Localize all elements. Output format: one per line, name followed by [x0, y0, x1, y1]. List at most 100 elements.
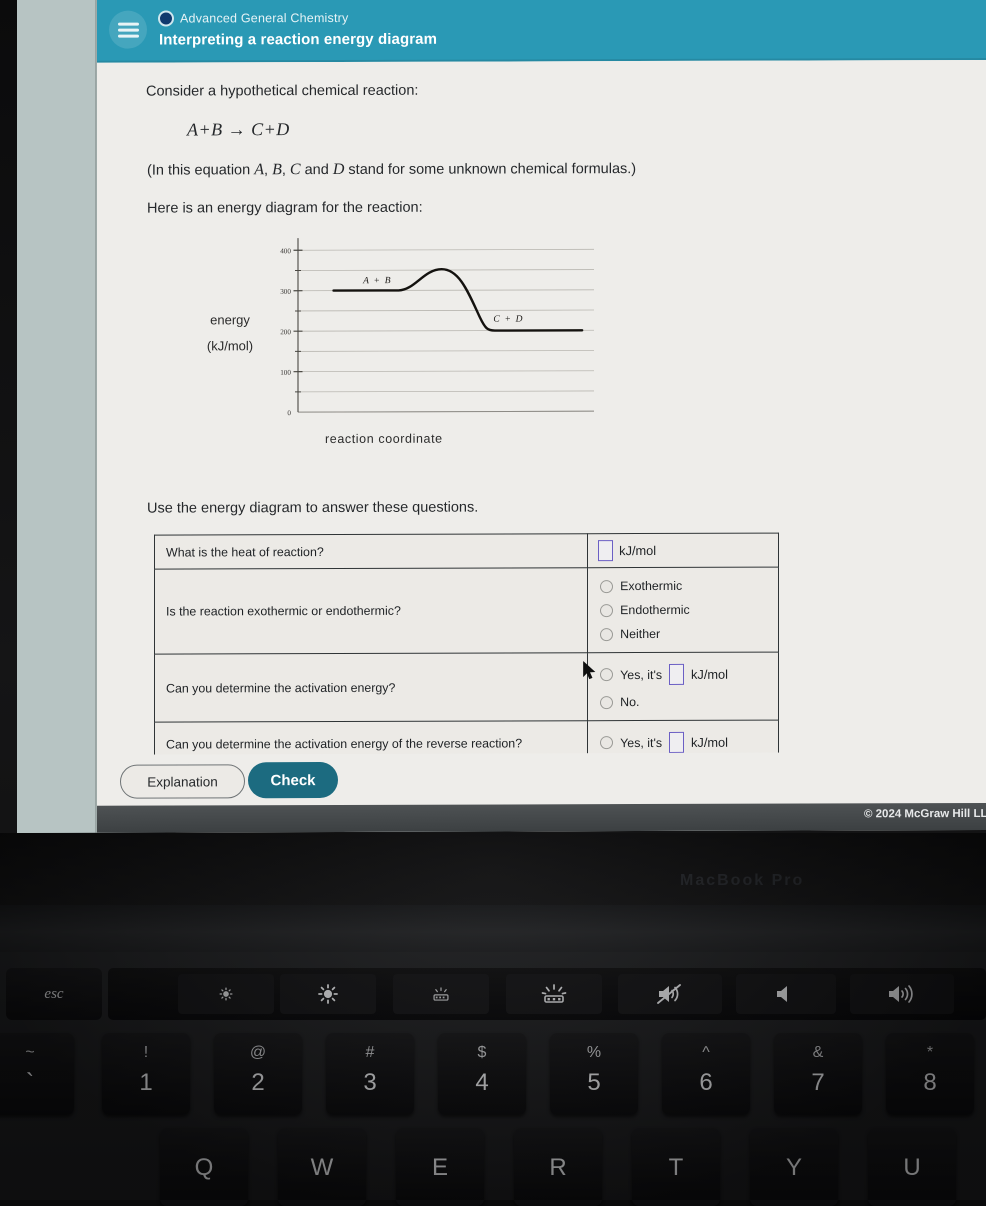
note-pre: (In this equation [147, 162, 254, 178]
radio-reverse-yes-icon[interactable] [600, 736, 613, 749]
key-4[interactable]: $4 [438, 1033, 526, 1115]
note-var-d: D [333, 161, 345, 178]
mute-icon[interactable] [618, 974, 722, 1014]
key-shift-symbol: ~ [0, 1044, 74, 1062]
radio-neither-icon[interactable] [600, 628, 613, 641]
reaction-equation: A+B → C+D [187, 119, 290, 140]
key-shift-symbol: % [550, 1044, 638, 1062]
svg-text:200: 200 [280, 328, 291, 336]
check-button[interactable]: Check [248, 762, 338, 798]
energy-diagram: energy (kJ/mol) 0100200300400A + BC + D … [185, 231, 615, 460]
option-neither[interactable]: Neither [598, 622, 768, 647]
activation-energy-unit: kJ/mol [691, 667, 728, 682]
chart-annotation-0: A + B [362, 276, 392, 286]
key-y[interactable]: Y [750, 1128, 838, 1206]
lesson-title: Interpreting a reaction energy diagram [159, 31, 437, 49]
brightness-down-icon[interactable] [178, 974, 274, 1014]
page-left-gutter [17, 0, 100, 833]
activation-energy-input[interactable] [669, 664, 684, 685]
key-6[interactable]: ^6 [662, 1033, 750, 1115]
reverse-activation-energy-unit: kJ/mol [691, 735, 728, 750]
laptop-photo: Advanced General Chemistry Interpreting … [0, 0, 986, 1200]
esc-key[interactable]: esc [6, 968, 102, 1020]
note-var-b: B [272, 161, 282, 178]
answer-exo-endo: Exothermic Endothermic Neither [588, 567, 779, 653]
radio-activation-no-icon[interactable] [600, 696, 613, 709]
key-r[interactable]: R [514, 1128, 602, 1206]
reverse-activation-energy-input[interactable] [669, 732, 684, 753]
key-primary-symbol: 1 [102, 1069, 190, 1097]
brightness-up-icon[interactable] [280, 974, 376, 1014]
option-exothermic[interactable]: Exothermic [598, 574, 768, 599]
key-w[interactable]: W [278, 1128, 366, 1206]
macbook-pro-logo: MacBook Pro [680, 872, 804, 890]
option-activation-no[interactable]: No. [598, 690, 768, 715]
key-3[interactable]: #3 [326, 1033, 414, 1115]
key-2[interactable]: @2 [214, 1033, 302, 1115]
equation-products: C+D [251, 119, 290, 139]
chart-x-axis-label: reaction coordinate [325, 432, 443, 446]
key-1[interactable]: !1 [102, 1033, 190, 1115]
mouse-cursor-icon [583, 661, 596, 680]
aleks-app-window: Advanced General Chemistry Interpreting … [97, 0, 986, 833]
option-endothermic[interactable]: Endothermic [598, 598, 768, 623]
question-activation-energy: Can you determine the activation energy? [155, 653, 588, 722]
table-row: Is the reaction exothermic or endothermi… [155, 567, 779, 654]
course-row: Advanced General Chemistry [160, 11, 348, 26]
chart-svg: 0100200300400A + BC + D [270, 231, 600, 432]
note-sep2: , [282, 162, 290, 178]
equation-arrow: → [228, 119, 247, 139]
heat-of-reaction-input[interactable] [598, 540, 613, 561]
option-exothermic-label: Exothermic [620, 579, 682, 593]
key-u[interactable]: U [868, 1128, 956, 1206]
key-t[interactable]: T [632, 1128, 720, 1206]
note-post: stand for some unknown chemical formulas… [344, 161, 636, 178]
copyright-bar: © 2024 McGraw Hill LLC. [97, 803, 986, 833]
radio-activation-yes-icon[interactable] [600, 668, 613, 681]
note-sep1: , [264, 162, 272, 178]
key-shift-symbol: * [886, 1044, 974, 1062]
option-reverse-yes-label: Yes, it's [620, 735, 662, 749]
key-backtick[interactable]: ~` [0, 1033, 74, 1115]
key-7[interactable]: &7 [774, 1033, 862, 1115]
intro-text: Consider a hypothetical chemical reactio… [146, 83, 418, 100]
key-q[interactable]: Q [160, 1128, 248, 1206]
svg-text:300: 300 [280, 288, 291, 296]
answer-activation-energy: Yes, it's kJ/mol No. [588, 652, 779, 721]
questions-table: What is the heat of reaction? kJ/mol Is … [154, 533, 779, 767]
radio-exothermic-icon[interactable] [600, 580, 613, 593]
hamburger-icon[interactable] [109, 11, 147, 49]
note-var-c: C [290, 161, 301, 178]
key-primary-symbol: 4 [438, 1069, 526, 1097]
volume-up-icon[interactable] [850, 974, 954, 1014]
key-shift-symbol: @ [214, 1044, 302, 1062]
key-e[interactable]: E [396, 1128, 484, 1206]
copyright-text: © 2024 McGraw Hill LLC. [864, 808, 986, 820]
key-primary-symbol: ` [0, 1069, 74, 1097]
question-heat-of-reaction: What is the heat of reaction? [155, 534, 588, 569]
question-exo-endo: Is the reaction exothermic or endothermi… [155, 568, 588, 654]
keyboard-backlight-up-icon[interactable] [506, 974, 602, 1014]
svg-text:0: 0 [287, 409, 291, 417]
radio-endothermic-icon[interactable] [600, 604, 613, 617]
chart-y-axis-label-line1: energy [185, 307, 275, 333]
option-endothermic-label: Endothermic [620, 603, 690, 617]
key-primary-symbol: 7 [774, 1069, 862, 1097]
key-primary-symbol: 3 [326, 1069, 414, 1097]
key-shift-symbol: ! [102, 1044, 190, 1062]
option-activation-yes[interactable]: Yes, it's kJ/mol [598, 659, 768, 691]
radio-dot-icon [160, 13, 172, 25]
svg-text:100: 100 [280, 369, 291, 377]
explanation-button[interactable]: Explanation [120, 764, 245, 798]
key-5[interactable]: %5 [550, 1033, 638, 1115]
table-row: What is the heat of reaction? kJ/mol [155, 533, 779, 569]
key-shift-symbol: # [326, 1044, 414, 1062]
volume-down-icon[interactable] [736, 974, 836, 1014]
lesson-content: Consider a hypothetical chemical reactio… [97, 60, 986, 771]
keyboard-backlight-down-icon[interactable] [393, 974, 489, 1014]
course-name: Advanced General Chemistry [180, 11, 348, 26]
touch-bar[interactable] [108, 968, 986, 1020]
chart-y-axis-label-line2: (kJ/mol) [185, 333, 275, 359]
key-8[interactable]: *8 [886, 1033, 974, 1115]
option-activation-yes-label: Yes, it's [620, 667, 662, 681]
